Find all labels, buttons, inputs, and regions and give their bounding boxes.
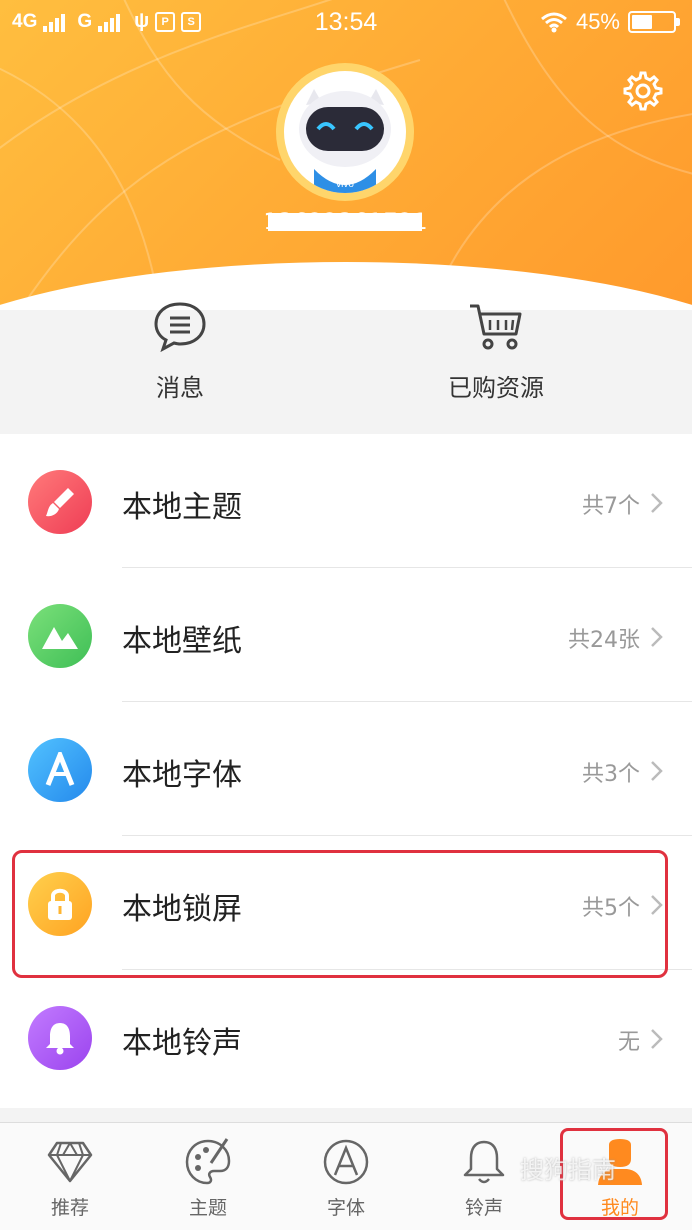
chevron-right-icon bbox=[651, 895, 663, 915]
username-mask bbox=[268, 213, 422, 231]
messages-label: 消息 bbox=[156, 374, 204, 402]
list-item-title: 本地锁屏 bbox=[122, 892, 242, 927]
local-resources-list: 本地主题 共7个 本地壁纸 共24张 本地字体 共3个 本地锁屏 共5个 本地铃… bbox=[0, 434, 692, 1108]
list-item-title: 本地壁纸 bbox=[122, 624, 242, 659]
messages-button[interactable]: 消息 bbox=[90, 300, 270, 410]
list-item-themes[interactable]: 本地主题 共7个 bbox=[0, 434, 692, 568]
chevron-right-icon bbox=[651, 1029, 663, 1049]
list-item-ringtones[interactable]: 本地铃声 无 bbox=[0, 970, 692, 1104]
tab-label: 主题 bbox=[188, 1197, 227, 1219]
tab-label: 字体 bbox=[326, 1197, 365, 1219]
settings-gear-icon[interactable] bbox=[622, 70, 664, 112]
diamond-icon bbox=[47, 1141, 93, 1183]
bell-icon bbox=[28, 1006, 92, 1070]
chevron-right-icon bbox=[651, 627, 663, 647]
tab-themes[interactable]: 主题 bbox=[148, 1123, 268, 1230]
tab-label: 我的 bbox=[600, 1197, 639, 1219]
list-item-title: 本地主题 bbox=[122, 490, 242, 525]
mountain-icon bbox=[28, 604, 92, 668]
list-item-count: 共3个 bbox=[582, 762, 640, 787]
lock-icon bbox=[28, 872, 92, 936]
tab-label: 铃声 bbox=[464, 1197, 503, 1219]
list-item-title: 本地字体 bbox=[122, 758, 242, 793]
list-item-title: 本地铃声 bbox=[122, 1026, 242, 1061]
chevron-right-icon bbox=[651, 493, 663, 513]
battery-percent: 45% bbox=[575, 9, 620, 34]
list-item-lockscreens[interactable]: 本地锁屏 共5个 bbox=[0, 836, 692, 970]
chevron-right-icon bbox=[651, 761, 663, 781]
wifi-icon bbox=[540, 12, 567, 33]
purchased-label: 已购资源 bbox=[448, 374, 544, 402]
list-item-count: 无 bbox=[617, 1030, 640, 1055]
status-bar: 4G G ψ P S 13:54 45% bbox=[0, 0, 692, 50]
tab-label: 推荐 bbox=[50, 1197, 89, 1219]
quick-links: 消息 已购资源 bbox=[0, 270, 692, 420]
letter-a-icon bbox=[28, 738, 92, 802]
list-item-count: 共5个 bbox=[582, 896, 640, 921]
list-item-fonts[interactable]: 本地字体 共3个 bbox=[0, 702, 692, 836]
cart-icon bbox=[470, 304, 522, 350]
brush-icon bbox=[28, 470, 92, 534]
avatar-robot-image: vivo bbox=[284, 71, 406, 193]
font-icon bbox=[323, 1139, 369, 1185]
battery-icon bbox=[628, 11, 680, 33]
avatar[interactable]: vivo bbox=[276, 63, 414, 201]
avatar-brand-text: vivo bbox=[336, 179, 354, 190]
list-item-wallpapers[interactable]: 本地壁纸 共24张 bbox=[0, 568, 692, 702]
list-item-count: 共24张 bbox=[568, 628, 640, 653]
palette-icon bbox=[185, 1138, 231, 1185]
bell-outline-icon bbox=[463, 1140, 505, 1184]
watermark: 搜狗指南 bbox=[520, 1156, 616, 1184]
status-right: 45% bbox=[540, 9, 680, 35]
list-item-count: 共7个 bbox=[582, 494, 640, 519]
tab-recommend[interactable]: 推荐 bbox=[10, 1123, 130, 1230]
tab-fonts[interactable]: 字体 bbox=[286, 1123, 406, 1230]
purchased-button[interactable]: 已购资源 bbox=[406, 300, 586, 410]
message-icon bbox=[154, 302, 206, 353]
